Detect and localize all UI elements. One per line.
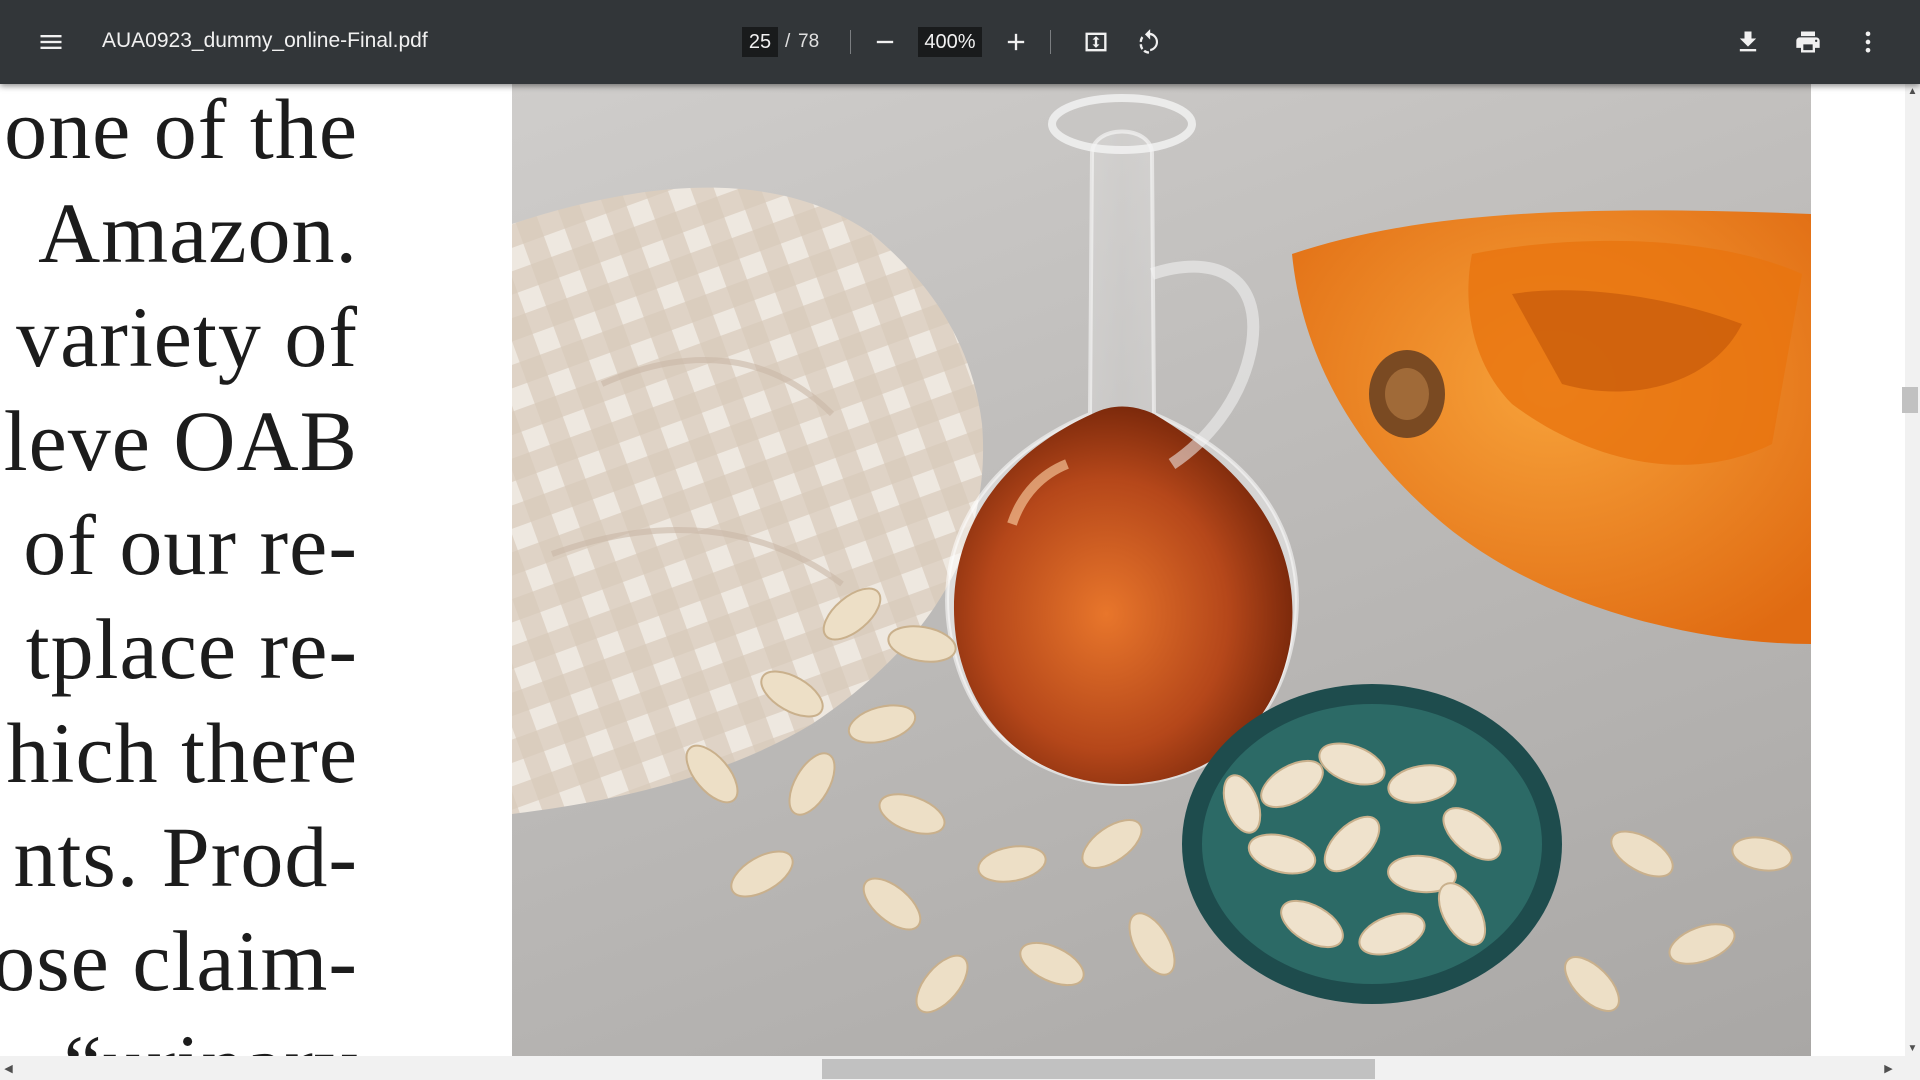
toolbar-divider bbox=[850, 30, 851, 54]
scroll-down-arrow-icon[interactable]: ▼ bbox=[1905, 1041, 1920, 1056]
scroll-up-arrow-icon[interactable]: ▲ bbox=[1905, 84, 1920, 99]
scroll-left-arrow-icon[interactable]: ◀ bbox=[0, 1056, 17, 1080]
pdf-page: one of the Amazon. variety of leve OAB o… bbox=[0, 84, 1905, 1056]
download-button[interactable] bbox=[1726, 20, 1770, 64]
text-line: tplace re- bbox=[25, 601, 358, 697]
vertical-scrollbar[interactable]: ▲ ▼ bbox=[1902, 84, 1920, 1056]
minus-icon bbox=[876, 40, 894, 44]
current-page-input[interactable]: 25 bbox=[742, 27, 778, 57]
text-line: one of the bbox=[4, 84, 358, 177]
toolbar-divider bbox=[1050, 30, 1051, 54]
scroll-right-arrow-icon[interactable]: ▶ bbox=[1880, 1056, 1897, 1080]
fit-to-page-button[interactable] bbox=[1074, 20, 1118, 64]
hamburger-menu-icon[interactable] bbox=[29, 20, 73, 64]
pdf-viewer[interactable]: one of the Amazon. variety of leve OAB o… bbox=[0, 84, 1920, 1080]
print-icon bbox=[1796, 31, 1820, 53]
zoom-level-input[interactable]: 400% bbox=[918, 27, 982, 57]
horizontal-scrollbar[interactable]: ◀ ▶ bbox=[0, 1056, 1920, 1080]
download-icon bbox=[1739, 31, 1757, 52]
text-line: hich there bbox=[6, 705, 358, 801]
text-line: variety of bbox=[16, 289, 358, 385]
text-line: “urinary bbox=[63, 1022, 358, 1056]
text-line: of our re- bbox=[23, 497, 358, 593]
document-title: AUA0923_dummy_online-Final.pdf bbox=[102, 29, 428, 52]
plus-icon bbox=[1007, 33, 1025, 51]
page-text-column: one of the Amazon. variety of leve OAB o… bbox=[0, 84, 366, 1056]
pumpkin-seed-oil-photo bbox=[512, 84, 1811, 1056]
fit-to-page-icon bbox=[1085, 32, 1107, 52]
text-line: Amazon. bbox=[38, 185, 358, 281]
zoom-out-button[interactable] bbox=[863, 20, 907, 64]
text-line: leve OAB bbox=[3, 393, 358, 489]
more-actions-button[interactable] bbox=[1846, 20, 1890, 64]
text-line: ose claim- bbox=[0, 913, 358, 1009]
rotate-button[interactable] bbox=[1127, 20, 1171, 64]
pdf-toolbar: AUA0923_dummy_online-Final.pdf 25 / 78 4… bbox=[0, 0, 1920, 84]
text-line: nts. Prod- bbox=[13, 809, 358, 905]
horizontal-scroll-thumb[interactable] bbox=[822, 1059, 1375, 1079]
rotate-counterclockwise-icon bbox=[1139, 29, 1159, 54]
vertical-scroll-thumb[interactable] bbox=[1902, 387, 1918, 413]
print-button[interactable] bbox=[1786, 20, 1830, 64]
total-pages: 78 bbox=[798, 31, 820, 52]
zoom-in-button[interactable] bbox=[994, 20, 1038, 64]
more-vertical-icon bbox=[1865, 31, 1871, 53]
page-separator: / bbox=[785, 31, 791, 52]
